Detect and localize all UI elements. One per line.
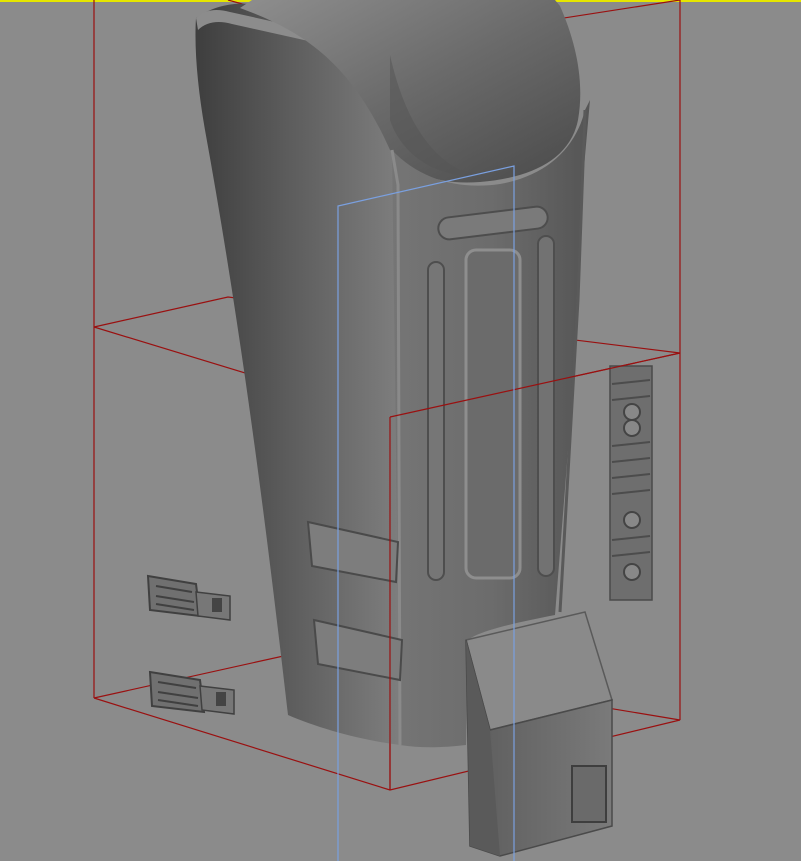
rivet — [623, 403, 641, 421]
rivet — [623, 511, 641, 529]
viewport-canvas[interactable] — [0, 0, 801, 861]
3d-viewport[interactable] — [0, 0, 801, 861]
right-groove — [537, 235, 555, 577]
cable-clip-upper[interactable] — [146, 574, 231, 621]
rivet — [623, 563, 641, 581]
gauntlet-panel[interactable] — [465, 611, 613, 857]
rivet-strip[interactable] — [609, 365, 653, 601]
panel-cutout — [571, 765, 607, 823]
center-panel — [464, 248, 522, 580]
left-groove — [427, 261, 445, 581]
cable-clip-lower[interactable] — [148, 670, 235, 715]
rivet — [623, 419, 641, 437]
